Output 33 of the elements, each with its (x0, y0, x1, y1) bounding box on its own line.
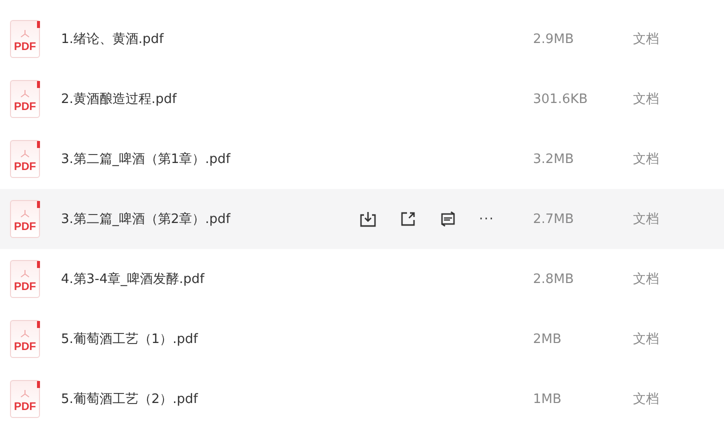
pdf-file-icon: PDF (10, 200, 40, 238)
pdf-file-icon: PDF (10, 20, 40, 58)
file-size: 301.6KB (533, 92, 589, 106)
file-size: 1MB (533, 392, 562, 406)
file-size: 2MB (533, 332, 562, 346)
share-icon[interactable] (399, 210, 417, 228)
file-size: 2.8MB (533, 272, 575, 286)
file-type: 文档 (633, 91, 659, 108)
pdf-file-icon: PDF (10, 140, 40, 178)
file-name[interactable]: 5.葡萄酒工艺（2）.pdf (61, 390, 351, 408)
file-type: 文档 (633, 331, 659, 348)
file-row-highlight[interactable]: PDF 3.第二篇_啤酒（第2章）.pdf ··· 2.7MB 文档 (0, 189, 724, 249)
file-type: 文档 (633, 271, 659, 288)
file-type: 文档 (633, 151, 659, 168)
pdf-file-icon: PDF (10, 80, 40, 118)
pdf-file-icon: PDF (10, 380, 40, 418)
file-size: 2.9MB (533, 32, 575, 46)
file-type: 文档 (633, 211, 659, 228)
file-size: 3.2MB (533, 152, 575, 166)
file-name[interactable]: 3.第二篇_啤酒（第2章）.pdf (61, 210, 351, 228)
file-name[interactable]: 5.葡萄酒工艺（1）.pdf (61, 330, 351, 348)
file-type: 文档 (633, 391, 659, 408)
more-button[interactable]: ··· (479, 212, 494, 226)
download-icon[interactable] (359, 210, 377, 228)
pdf-file-icon: PDF (10, 320, 40, 358)
pdf-file-icon: PDF (10, 260, 40, 298)
file-name[interactable]: 4.第3-4章_啤酒发酵.pdf (61, 270, 351, 288)
file-size: 2.7MB (533, 212, 575, 226)
document-convert-icon[interactable] (439, 210, 457, 228)
file-name[interactable]: 2.黄酒酿造过程.pdf (61, 90, 351, 108)
file-name[interactable]: 3.第二篇_啤酒（第1章）.pdf (61, 150, 351, 168)
file-type: 文档 (633, 31, 659, 48)
file-name[interactable]: 1.绪论、黄酒.pdf (61, 30, 351, 48)
